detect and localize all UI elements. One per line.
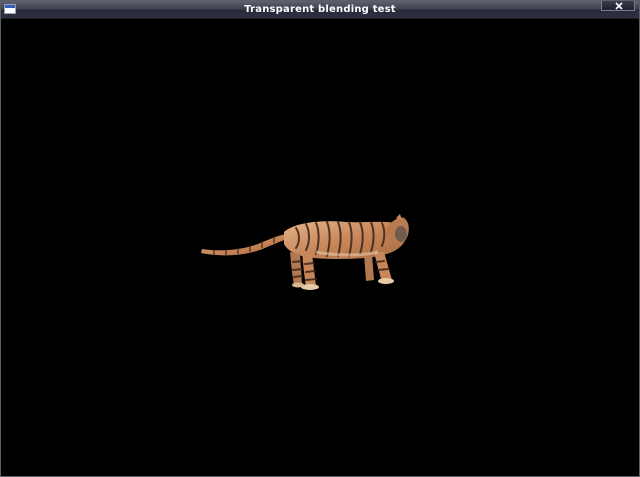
title-bar[interactable]: Transparent blending test	[1, 1, 639, 19]
application-window: Transparent blending test	[0, 0, 640, 477]
window-title: Transparent blending test	[244, 4, 396, 15]
close-button[interactable]	[601, 1, 635, 11]
tiger-model	[201, 214, 409, 290]
render-viewport[interactable]	[1, 19, 639, 476]
close-icon	[615, 2, 623, 10]
